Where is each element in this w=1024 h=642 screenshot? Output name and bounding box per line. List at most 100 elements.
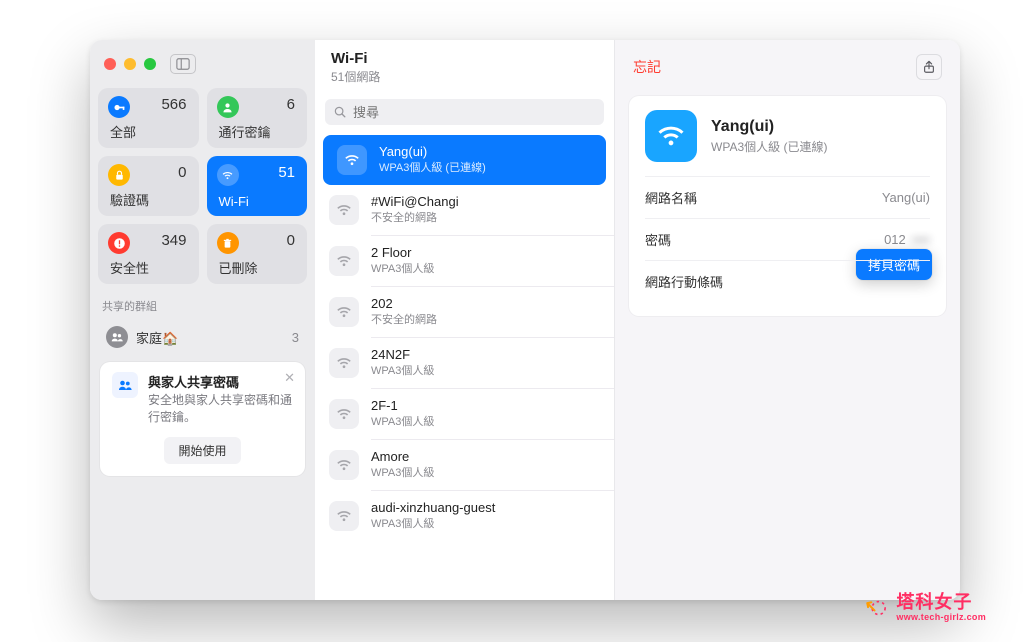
detail-header: Yang(ui) WPA3個人級 (已連線) bbox=[645, 110, 930, 176]
tile-count: 0 bbox=[178, 164, 186, 181]
shared-groups-label: 共享的群組 bbox=[102, 298, 303, 314]
group-count: 3 bbox=[292, 330, 299, 345]
wifi-icon bbox=[217, 164, 239, 186]
search-icon bbox=[333, 105, 347, 119]
tile-label: 通行密鑰 bbox=[219, 122, 271, 141]
sidebar-toggle-button[interactable] bbox=[170, 54, 196, 74]
wifi-icon bbox=[329, 195, 359, 225]
network-subtitle: WPA3個人級 bbox=[371, 413, 434, 429]
wifi-icon bbox=[329, 297, 359, 327]
password-label: 密碼 bbox=[645, 230, 671, 249]
password-value: 012•••• bbox=[884, 232, 930, 247]
alert-icon bbox=[108, 232, 130, 254]
row-network-name: 網路名稱 Yang(ui) bbox=[645, 176, 930, 218]
wifi-icon bbox=[329, 246, 359, 276]
forget-button[interactable]: 忘記 bbox=[633, 57, 661, 77]
share-card-desc: 安全地與家人共享密碼和通行密鑰。 bbox=[148, 392, 293, 427]
tile-deleted[interactable]: 0 已刪除 bbox=[207, 224, 308, 284]
qr-label: 網路行動條碼 bbox=[645, 272, 723, 291]
share-card-title: 與家人共享密碼 bbox=[148, 372, 293, 391]
list-title: Wi-Fi bbox=[331, 50, 598, 67]
network-item[interactable]: 2F-1WPA3個人級 bbox=[315, 389, 614, 439]
network-name: 2F-1 bbox=[371, 398, 434, 413]
tile-wifi[interactable]: 51 Wi-Fi bbox=[207, 156, 308, 216]
network-subtitle: 不安全的網路 bbox=[371, 209, 459, 225]
get-started-button[interactable]: 開始使用 bbox=[164, 437, 240, 464]
group-family[interactable]: 家庭🏠 3 bbox=[98, 320, 307, 354]
sidebar: 566 全部 6 通行密鑰 0 驗證碼 51 Wi-Fi 349 安全性 bbox=[90, 40, 315, 600]
tile-label: 全部 bbox=[110, 122, 136, 141]
detail-title: Yang(ui) bbox=[711, 118, 827, 136]
network-name-label: 網路名稱 bbox=[645, 188, 697, 207]
network-item[interactable]: audi-xinzhuang-guestWPA3個人級 bbox=[315, 491, 614, 541]
tile-count: 51 bbox=[278, 164, 295, 181]
wifi-icon bbox=[337, 145, 367, 175]
person-icon bbox=[217, 96, 239, 118]
network-item[interactable]: 2 FloorWPA3個人級 bbox=[315, 236, 614, 286]
traffic-lights bbox=[104, 58, 156, 70]
zoom-window-button[interactable] bbox=[144, 58, 156, 70]
row-password[interactable]: 密碼 012•••• 拷貝密碼 bbox=[645, 218, 930, 260]
detail-subtitle: WPA3個人級 (已連線) bbox=[711, 138, 827, 155]
network-subtitle: WPA3個人級 bbox=[371, 515, 495, 531]
tile-passkeys[interactable]: 6 通行密鑰 bbox=[207, 88, 308, 148]
network-list[interactable]: Yang(ui)WPA3個人級 (已連線)#WiFi@Changi不安全的網路2… bbox=[315, 135, 614, 600]
close-icon[interactable]: ✕ bbox=[284, 370, 295, 386]
detail-pane: 忘記 Yang(ui) WPA3個人級 (已連線) 網路名稱 Yang(ui) … bbox=[615, 40, 960, 600]
watermark: 塔科女子 www.tech-girlz.com bbox=[864, 593, 986, 622]
network-name-value: Yang(ui) bbox=[882, 190, 930, 205]
category-tiles: 566 全部 6 通行密鑰 0 驗證碼 51 Wi-Fi 349 安全性 bbox=[98, 88, 307, 284]
sidebar-icon bbox=[176, 57, 190, 71]
tile-label: 已刪除 bbox=[219, 258, 258, 277]
group-icon bbox=[106, 326, 128, 348]
network-item[interactable]: 24N2FWPA3個人級 bbox=[315, 338, 614, 388]
watermark-line2: www.tech-girlz.com bbox=[896, 613, 986, 622]
network-subtitle: WPA3個人級 bbox=[371, 362, 434, 378]
network-name: Amore bbox=[371, 449, 434, 464]
network-item[interactable]: Yang(ui)WPA3個人級 (已連線) bbox=[323, 135, 606, 185]
network-item[interactable]: AmoreWPA3個人級 bbox=[315, 440, 614, 490]
minimize-window-button[interactable] bbox=[124, 58, 136, 70]
share-family-card: ✕ 與家人共享密碼 安全地與家人共享密碼和通行密鑰。 開始使用 bbox=[100, 362, 305, 476]
tile-label: Wi-Fi bbox=[219, 194, 249, 209]
tile-security[interactable]: 349 安全性 bbox=[98, 224, 199, 284]
network-item[interactable]: #WiFi@Changi不安全的網路 bbox=[315, 185, 614, 235]
passwords-window: 566 全部 6 通行密鑰 0 驗證碼 51 Wi-Fi 349 安全性 bbox=[90, 40, 960, 600]
watermark-line1: 塔科女子 bbox=[896, 593, 986, 611]
search-wrap bbox=[325, 99, 604, 125]
wifi-icon-large bbox=[645, 110, 697, 162]
tile-count: 0 bbox=[287, 232, 295, 249]
list-subtitle: 51個網路 bbox=[331, 68, 598, 85]
search-input[interactable] bbox=[325, 99, 604, 125]
network-list-pane: Wi-Fi 51個網路 Yang(ui)WPA3個人級 (已連線)#WiFi@C… bbox=[315, 40, 615, 600]
detail-toolbar: 忘記 bbox=[615, 40, 960, 90]
row-qr[interactable]: 網路行動條碼 bbox=[645, 260, 930, 302]
wifi-icon bbox=[329, 399, 359, 429]
tile-count: 566 bbox=[161, 96, 186, 113]
network-name: 2 Floor bbox=[371, 245, 434, 260]
close-window-button[interactable] bbox=[104, 58, 116, 70]
tile-count: 349 bbox=[161, 232, 186, 249]
wifi-icon bbox=[329, 450, 359, 480]
network-subtitle: WPA3個人級 bbox=[371, 464, 434, 480]
key-icon bbox=[108, 96, 130, 118]
network-item[interactable]: 202不安全的網路 bbox=[315, 287, 614, 337]
network-subtitle: WPA3個人級 (已連線) bbox=[379, 159, 486, 175]
list-header: Wi-Fi 51個網路 bbox=[315, 40, 614, 91]
network-name: Yang(ui) bbox=[379, 144, 486, 159]
network-subtitle: 不安全的網路 bbox=[371, 311, 437, 327]
network-name: 24N2F bbox=[371, 347, 434, 362]
tile-label: 安全性 bbox=[110, 258, 149, 277]
watermark-icon bbox=[864, 595, 890, 621]
tile-all[interactable]: 566 全部 bbox=[98, 88, 199, 148]
tile-label: 驗證碼 bbox=[110, 190, 149, 209]
network-subtitle: WPA3個人級 bbox=[371, 260, 434, 276]
trash-icon bbox=[217, 232, 239, 254]
tile-codes[interactable]: 0 驗證碼 bbox=[98, 156, 199, 216]
share-button[interactable] bbox=[916, 54, 942, 80]
lock-icon bbox=[108, 164, 130, 186]
detail-card: Yang(ui) WPA3個人級 (已連線) 網路名稱 Yang(ui) 密碼 … bbox=[629, 96, 946, 316]
network-name: audi-xinzhuang-guest bbox=[371, 500, 495, 515]
wifi-icon bbox=[329, 348, 359, 378]
tile-count: 6 bbox=[287, 96, 295, 113]
